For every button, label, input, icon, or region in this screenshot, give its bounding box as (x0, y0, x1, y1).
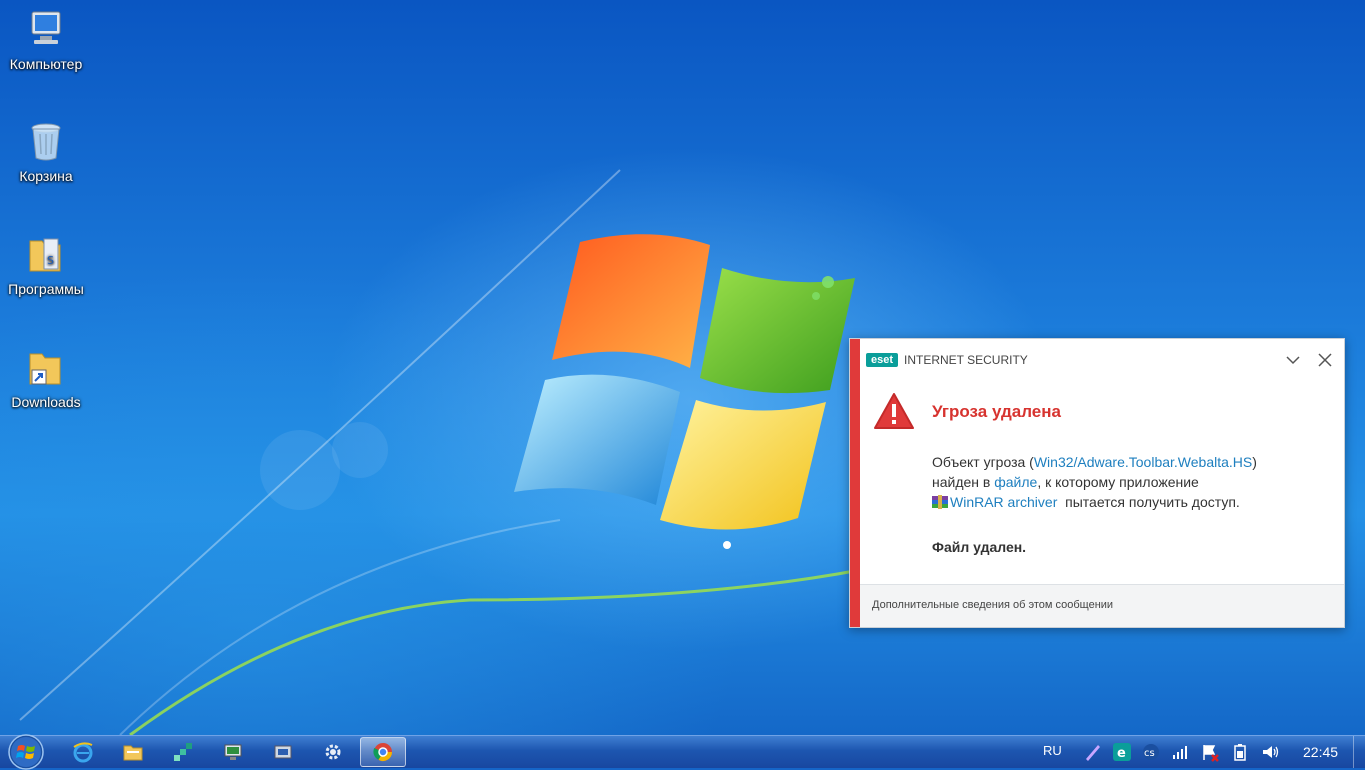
taskbar: RU e cs 22:45 (0, 734, 1365, 770)
folder-shortcut-icon (29, 353, 61, 385)
desktop-icon-programs[interactable]: S Программы (0, 233, 92, 297)
taskbar-file-explorer[interactable] (110, 737, 156, 767)
eset-tray-icon[interactable]: e (1112, 742, 1132, 762)
svg-text:cs: cs (1144, 748, 1155, 759)
winrar-icon (932, 495, 948, 509)
network-app-icon (174, 743, 192, 761)
message-text: , к которому приложение (1037, 474, 1199, 490)
recycle-bin-icon (31, 123, 61, 161)
clock[interactable]: 22:45 (1303, 744, 1338, 760)
desktop-icon-recycle-bin[interactable]: Корзина (0, 120, 92, 184)
desktop: Компьютер Корзина S Программы Downloads … (0, 0, 1365, 735)
folder-icon: S (29, 238, 61, 272)
eset-logo: eset (866, 353, 898, 367)
svg-text:e: e (1117, 746, 1126, 761)
volume-tray-icon[interactable] (1260, 742, 1280, 762)
taskbar-network-app[interactable] (160, 737, 206, 767)
settings-gear-icon (325, 744, 341, 760)
desktop-icon-computer[interactable]: Компьютер (0, 8, 92, 72)
desktop-icon-label: Downloads (11, 394, 81, 410)
file-explorer-icon (123, 745, 143, 761)
message-line-3: WinRAR archiver пытается получить доступ… (932, 492, 1332, 512)
desktop-icon-downloads[interactable]: Downloads (0, 346, 92, 410)
app-name-link[interactable]: WinRAR archiver (950, 494, 1057, 510)
battery-tray-icon[interactable] (1230, 742, 1250, 762)
desktop-icon-label: Корзина (19, 168, 73, 184)
result-text: Файл удален. (932, 539, 1027, 555)
file-link[interactable]: файле (994, 474, 1037, 490)
taskbar-monitor-app[interactable] (210, 737, 256, 767)
sync-tray-icon[interactable]: cs (1141, 742, 1161, 762)
threat-name-link[interactable]: Win32/Adware.Toolbar.Webalta.HS (1034, 454, 1252, 470)
notification-message: Объект угроза (Win32/Adware.Toolbar.Weba… (932, 452, 1332, 512)
signal-tray-icon[interactable] (1170, 742, 1190, 762)
action-center-flag-icon[interactable] (1200, 742, 1220, 762)
message-line-1: Объект угроза (Win32/Adware.Toolbar.Weba… (932, 452, 1332, 472)
message-text: найден в (932, 474, 995, 490)
close-icon[interactable] (1316, 351, 1334, 369)
chevron-down-icon[interactable] (1284, 351, 1302, 369)
monitor-app-icon (224, 744, 242, 760)
start-orb-icon[interactable] (4, 730, 48, 770)
product-name: INTERNET SECURITY (904, 353, 1028, 367)
taskbar-device-app[interactable] (260, 737, 306, 767)
taskbar-internet-explorer[interactable] (60, 737, 106, 767)
language-indicator[interactable]: RU (1043, 743, 1062, 758)
chrome-icon (373, 743, 392, 762)
warning-triangle-icon (874, 393, 914, 429)
show-desktop-button[interactable] (1353, 736, 1365, 768)
svg-text:S: S (47, 254, 54, 267)
more-info-link[interactable]: Дополнительные сведения об этом сообщени… (872, 599, 1113, 611)
desktop-icon-label: Компьютер (9, 56, 83, 72)
notification-title: Угроза удалена (932, 402, 1061, 421)
alert-stripe (850, 339, 860, 627)
eset-header: eset INTERNET SECURITY (860, 339, 1344, 381)
computer-icon (31, 11, 61, 44)
device-app-icon (274, 745, 292, 759)
message-text: ) (1252, 454, 1257, 470)
taskbar-chrome[interactable] (360, 737, 406, 767)
desktop-icon-label: Программы (8, 281, 84, 297)
eset-notification: eset INTERNET SECURITY Угроза удалена Об… (849, 338, 1345, 628)
pen-tray-icon[interactable] (1083, 742, 1103, 762)
message-line-2: найден в файле, к которому приложение (932, 472, 1332, 492)
internet-explorer-icon (73, 742, 93, 763)
message-text: Объект угроза ( (932, 454, 1034, 470)
taskbar-settings[interactable] (310, 737, 356, 767)
eset-footer: Дополнительные сведения об этом сообщени… (860, 584, 1344, 627)
message-text: пытается получить доступ. (1057, 494, 1240, 510)
